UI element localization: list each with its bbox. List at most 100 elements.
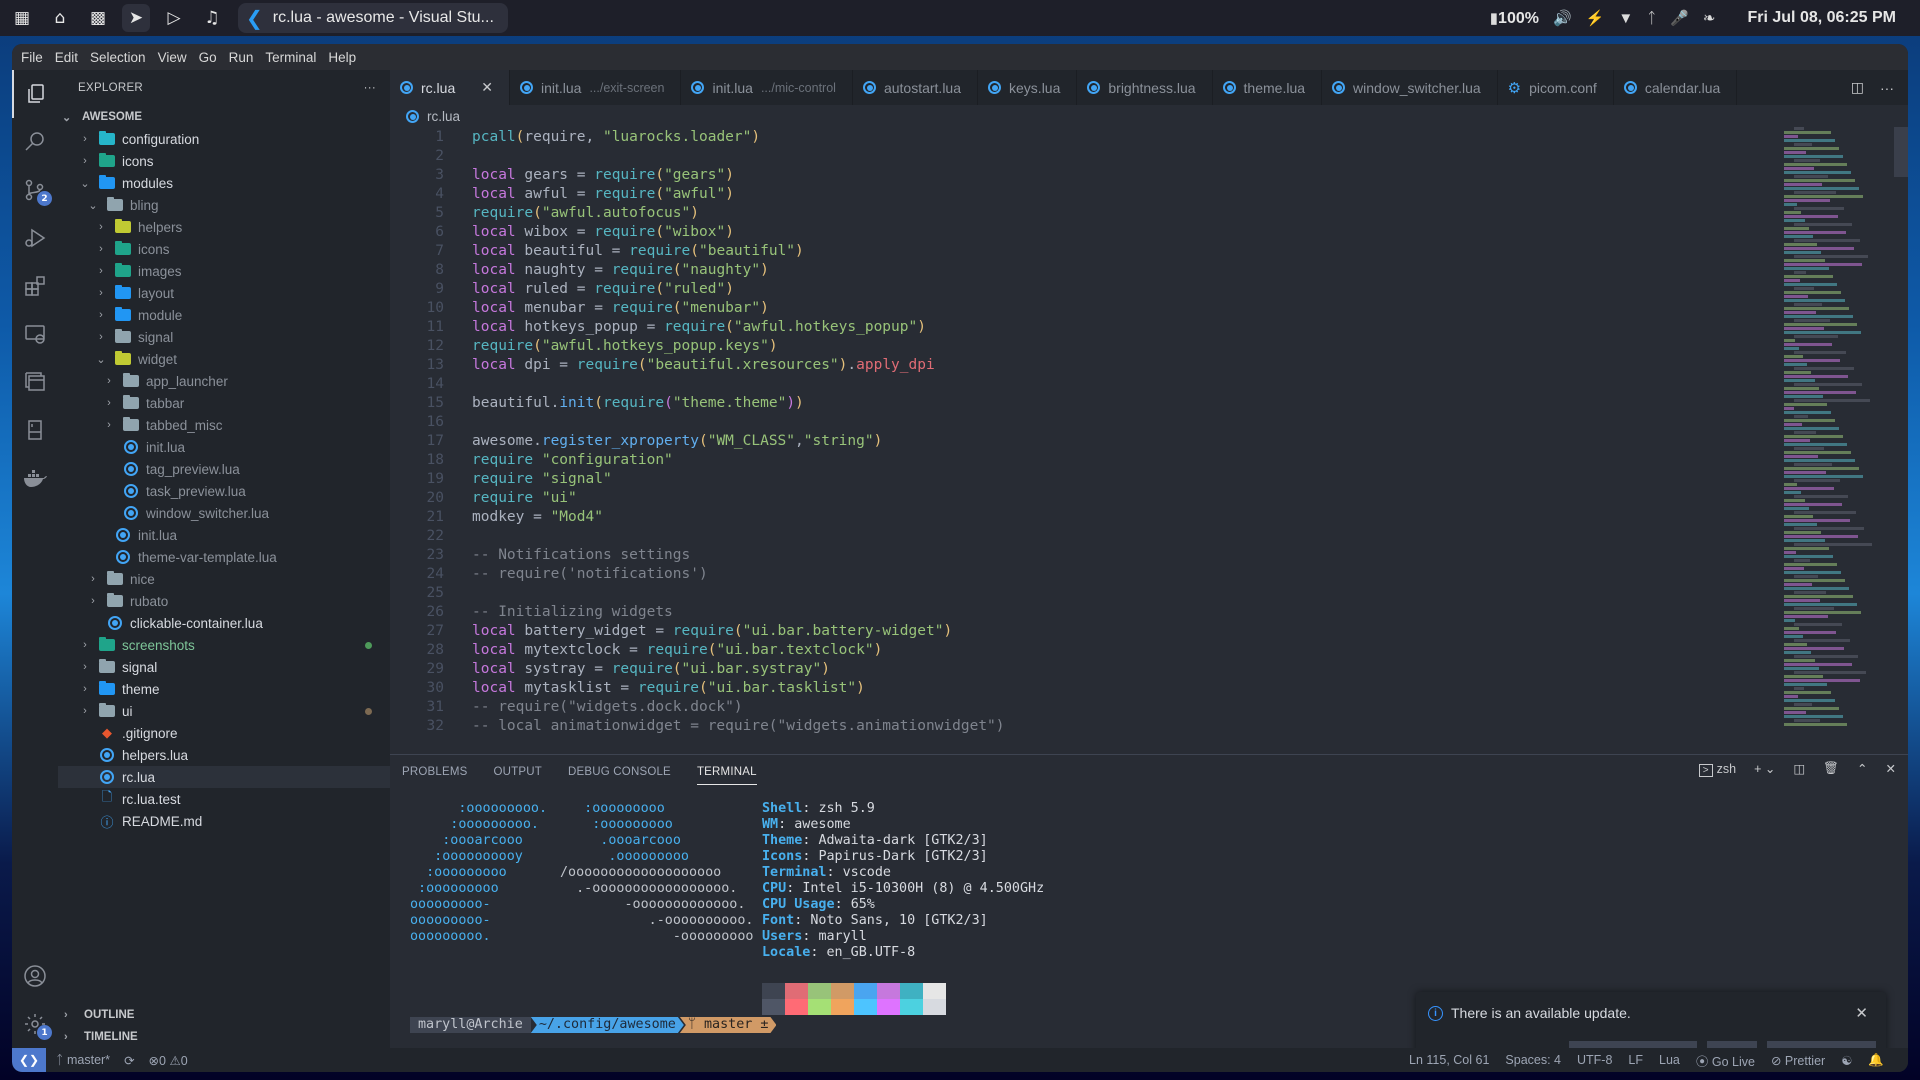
cursor-position[interactable]: Ln 115, Col 61 [1409,1053,1489,1067]
tree-item-tabbar[interactable]: › tabbar [58,392,390,414]
menu-view[interactable]: View [152,50,193,65]
tree-item-tag-preview-lua[interactable]: tag_preview.lua [58,458,390,480]
tree-item-icons[interactable]: › icons [58,238,390,260]
tab-theme-lua[interactable]: theme.lua [1213,70,1323,105]
workspace-root[interactable]: ⌄ AWESOME [58,106,390,128]
wifi-icon[interactable]: ▼ [1618,10,1633,27]
tree-item-images[interactable]: › images [58,260,390,282]
notifications-bell-icon[interactable]: 🔔 [1868,1053,1884,1068]
timeline-section[interactable]: › TIMELINE [58,1026,390,1048]
menu-go[interactable]: Go [193,50,223,65]
tree-item-rc-lua[interactable]: rc.lua [58,766,390,788]
tab-init-lua[interactable]: init.lua .../mic-control [681,70,853,105]
panels-icon[interactable] [12,358,58,406]
menu-help[interactable]: Help [322,50,362,65]
tree-item-ui[interactable]: › ui [58,700,390,722]
menu-selection[interactable]: Selection [84,50,152,65]
indentation[interactable]: Spaces: 4 [1505,1053,1561,1067]
run-debug-icon[interactable] [12,214,58,262]
panel-tab-problems[interactable]: PROBLEMS [402,760,468,784]
problems-status[interactable]: ⊗0 ⚠0 [149,1053,188,1068]
remote-indicator-icon[interactable]: ❮❯ [12,1048,46,1072]
panel-tab-output[interactable]: OUTPUT [494,760,542,784]
tab-rc-lua[interactable]: rc.lua ✕ [390,70,510,105]
menu-edit[interactable]: Edit [49,50,84,65]
database-icon[interactable] [12,406,58,454]
tab-autostart-lua[interactable]: autostart.lua [853,70,979,105]
editor-scrollbar[interactable] [1894,127,1908,177]
app-grid-icon[interactable]: ▦ [8,4,36,32]
tree-item-clickable-container-lua[interactable]: clickable-container.lua [58,612,390,634]
tree-item-helpers-lua[interactable]: helpers.lua [58,744,390,766]
menu-run[interactable]: Run [223,50,260,65]
tree-item-nice[interactable]: › nice [58,568,390,590]
source-control-icon[interactable]: 2 [12,166,58,214]
tree-item-theme[interactable]: › theme [58,678,390,700]
sync-icon[interactable]: ⟳ [124,1053,134,1068]
menu-file[interactable]: File [15,50,49,65]
close-notification-icon[interactable]: ✕ [1855,1004,1868,1022]
split-terminal-icon[interactable]: ◫ [1793,761,1805,776]
tree-item-window-switcher-lua[interactable]: window_switcher.lua [58,502,390,524]
encoding[interactable]: UTF-8 [1577,1053,1612,1067]
home-icon[interactable]: ⌂ [46,4,74,32]
terminal-shell-select[interactable]: > zsh [1698,762,1736,777]
more-actions-icon[interactable]: ··· [1880,80,1894,96]
panel-tab-debug-console[interactable]: DEBUG CONSOLE [568,760,671,784]
tree-item-readme-md[interactable]: ⓘ README.md [58,810,390,832]
tree-item-module[interactable]: › module [58,304,390,326]
remote-explorer-icon[interactable] [12,310,58,358]
language-mode[interactable]: Lua [1659,1053,1680,1067]
code-editor[interactable]: 1 pcall(require, "luarocks.loader") 2 3 loca… [390,127,1788,754]
search-icon[interactable] [12,118,58,166]
flame-icon[interactable]: ❧ [1703,9,1716,27]
tab-init-lua[interactable]: init.lua .../exit-screen [510,70,682,105]
tree-item--gitignore[interactable]: ◆ .gitignore [58,722,390,744]
tree-item-app-launcher[interactable]: › app_launcher [58,370,390,392]
tree-item-signal[interactable]: › signal [58,326,390,348]
settings-gear-icon[interactable]: 1 [12,1000,58,1048]
explorer-icon[interactable] [12,70,58,118]
docker-icon[interactable] [12,454,58,502]
tab-calendar-lua[interactable]: calendar.lua [1614,70,1738,105]
more-actions-icon[interactable]: ··· [364,82,376,94]
minimap[interactable] [1784,127,1894,754]
charging-icon[interactable]: ⚡ [1586,9,1605,27]
battery-status[interactable]: ▮100% [1490,9,1539,28]
media-player-icon[interactable]: ▷ [160,4,188,32]
account-icon[interactable] [12,952,58,1000]
live-share-icon[interactable]: ☯ [1841,1053,1852,1068]
tree-item-init-lua[interactable]: init.lua [58,524,390,546]
taskbar-vscode-window[interactable]: ❮ rc.lua - awesome - Visual Stu... [238,3,508,33]
mic-muted-icon[interactable]: 🎤 [1670,9,1689,27]
tree-item-screenshots[interactable]: › screenshots [58,634,390,656]
tab-picom-conf[interactable]: ⚙ picom.conf [1498,70,1614,105]
close-panel-icon[interactable]: ✕ [1886,761,1896,776]
tree-item-layout[interactable]: › layout [58,282,390,304]
tree-item-signal[interactable]: › signal [58,656,390,678]
tree-item-helpers[interactable]: › helpers [58,216,390,238]
tree-item-widget[interactable]: ⌄ widget [58,348,390,370]
prettier-button[interactable]: ⊘ Prettier [1771,1053,1825,1068]
telegram-icon[interactable]: ➤ [122,4,150,32]
tree-item-rc-lua-test[interactable]: 🗋 rc.lua.test [58,788,390,810]
tree-item-tabbed-misc[interactable]: › tabbed_misc [58,414,390,436]
panel-tab-terminal[interactable]: TERMINAL [696,760,757,785]
tree-item-init-lua[interactable]: init.lua [58,436,390,458]
outline-section[interactable]: › OUTLINE [58,1004,390,1026]
clock[interactable]: Fri Jul 08, 06:25 PM [1747,9,1896,27]
split-editor-icon[interactable]: ◫ [1851,79,1864,96]
terminal-icon[interactable]: ▩ [84,4,112,32]
music-icon[interactable]: ♫ [198,4,226,32]
tree-item-modules[interactable]: ⌄ modules [58,172,390,194]
tab-keys-lua[interactable]: keys.lua [978,70,1078,105]
tab-window-switcher-lua[interactable]: window_switcher.lua [1322,70,1498,105]
trash-icon[interactable]: 🗑 [1823,761,1839,776]
volume-icon[interactable]: 🔊 [1553,9,1572,27]
extensions-icon[interactable] [12,262,58,310]
tree-item-task-preview-lua[interactable]: task_preview.lua [58,480,390,502]
close-tab-icon[interactable]: ✕ [481,79,493,96]
go-live-button[interactable]: ⦿ Go Live [1696,1051,1755,1070]
new-terminal-icon[interactable]: + ⌄ [1754,761,1775,776]
tree-item-theme-var-template-lua[interactable]: theme-var-template.lua [58,546,390,568]
